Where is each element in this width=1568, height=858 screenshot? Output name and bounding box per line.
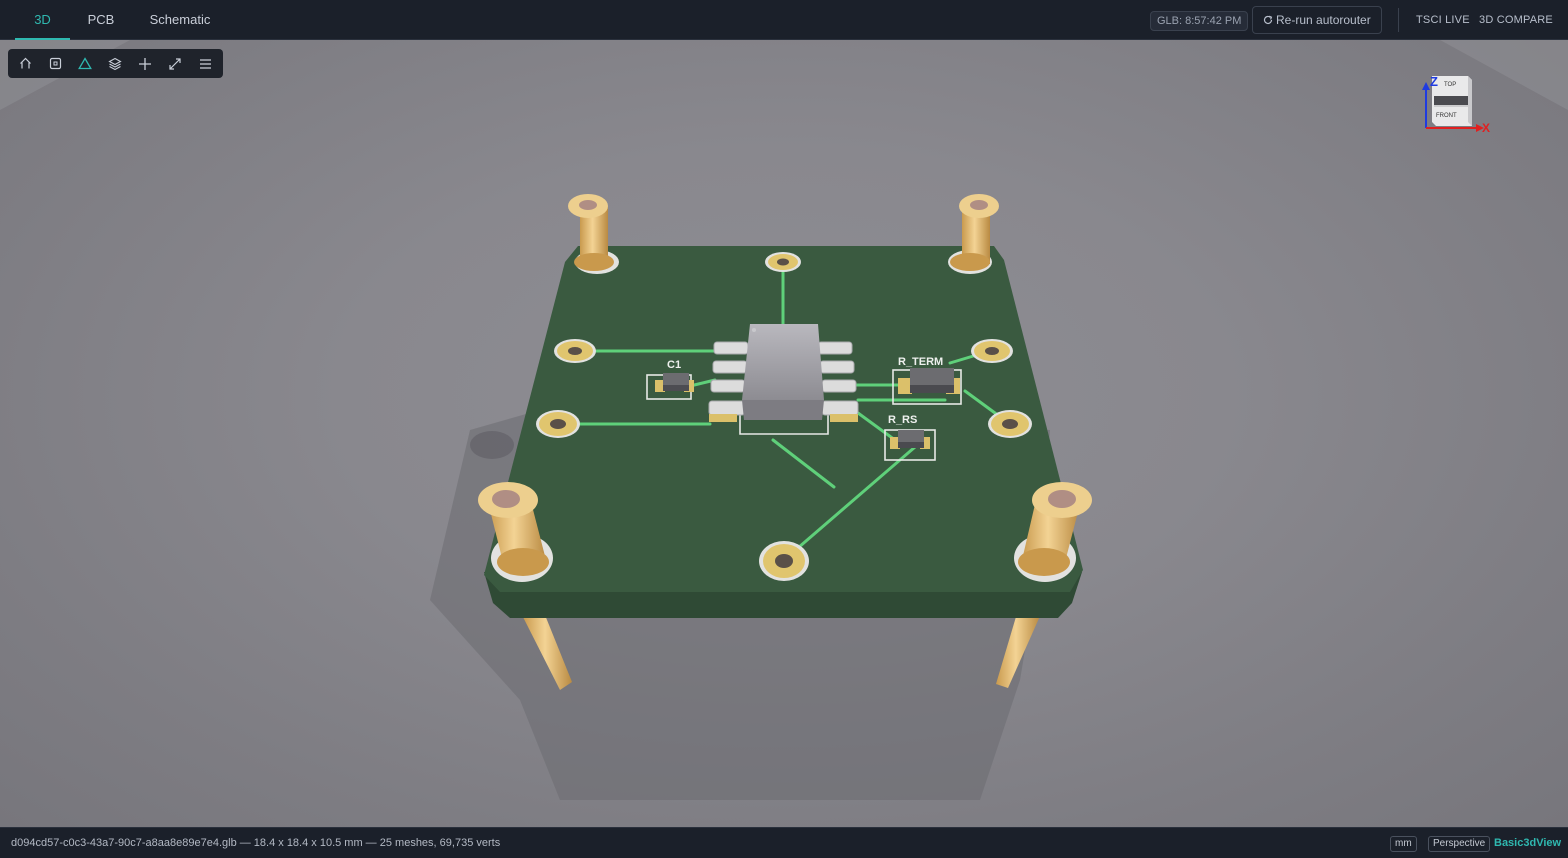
hole-right-lower: [988, 410, 1032, 438]
wireframe-toggle-button[interactable]: [70, 49, 100, 78]
orientation-gizmo[interactable]: TOP FRONT Z X: [1418, 70, 1494, 136]
standoff-shadow-left: [470, 431, 514, 459]
hole-bottom-center: [759, 541, 809, 581]
tsci-live-link[interactable]: TSCI LIVE: [1416, 0, 1470, 40]
rerun-autorouter-label: Re-run autorouter: [1276, 13, 1371, 27]
label-r-rs: R_RS: [888, 414, 917, 426]
menu-icon: [199, 58, 211, 69]
rerun-autorouter-button[interactable]: Re-run autorouter: [1252, 6, 1382, 34]
frame-icon: [49, 57, 61, 70]
tab-pcb[interactable]: PCB: [80, 0, 122, 40]
move-icon: [139, 57, 151, 70]
pcb-3d-scene: C1 R_TERM R_RS: [0, 40, 1568, 800]
view-cube: TOP FRONT Z X: [1422, 74, 1490, 135]
layers-button[interactable]: [100, 49, 130, 78]
3d-compare-link[interactable]: 3D COMPARE: [1479, 0, 1553, 40]
viewer-brand-label: Basic3dView: [1494, 837, 1562, 849]
top-bar: 3D PCB Schematic GLB: 8:57:42 PM Re-run …: [0, 0, 1568, 40]
3d-viewport[interactable]: C1 R_TERM R_RS: [0, 40, 1568, 827]
unit-toggle[interactable]: mm: [1390, 836, 1417, 852]
hole-top-center: [765, 252, 801, 272]
standoff-top-left: [568, 194, 614, 271]
triangle-icon: [78, 57, 92, 70]
back-wall: [0, 40, 1568, 110]
gizmo-front-label: FRONT: [1436, 113, 1457, 119]
refresh-icon: [1263, 15, 1273, 25]
label-r-term: R_TERM: [898, 356, 943, 368]
header-divider: [1398, 8, 1399, 32]
tab-3d[interactable]: 3D: [15, 0, 70, 40]
fit-view-button[interactable]: [40, 49, 70, 78]
hole-left-upper: [554, 339, 596, 363]
menu-button[interactable]: [190, 49, 220, 78]
tab-3d-label: 3D: [34, 12, 51, 27]
home-icon: [19, 57, 31, 69]
fullscreen-button[interactable]: [160, 49, 190, 78]
tab-schematic-label: Schematic: [149, 12, 211, 27]
viewer-toolbar: [8, 49, 223, 78]
tab-schematic[interactable]: Schematic: [145, 0, 215, 40]
layers-icon: [108, 57, 122, 70]
hole-left-lower: [536, 410, 580, 438]
hole-right-upper: [971, 339, 1013, 363]
expand-icon: [169, 57, 181, 70]
label-c1: C1: [667, 359, 681, 371]
glb-timestamp-badge: GLB: 8:57:42 PM: [1150, 11, 1249, 31]
gizmo-x-label: X: [1482, 121, 1490, 135]
gizmo-top-label: TOP: [1444, 82, 1456, 88]
gizmo-z-label: Z: [1430, 74, 1438, 89]
projection-toggle[interactable]: Perspective: [1428, 836, 1491, 852]
status-bar: d094cd57-c0c3-43a7-90c7-a8aa8e89e7e4.glb…: [0, 827, 1568, 857]
model-file-info: d094cd57-c0c3-43a7-90c7-a8aa8e89e7e4.glb…: [11, 837, 501, 849]
tab-pcb-label: PCB: [87, 12, 115, 27]
move-button[interactable]: [130, 49, 160, 78]
home-view-button[interactable]: [10, 49, 40, 78]
